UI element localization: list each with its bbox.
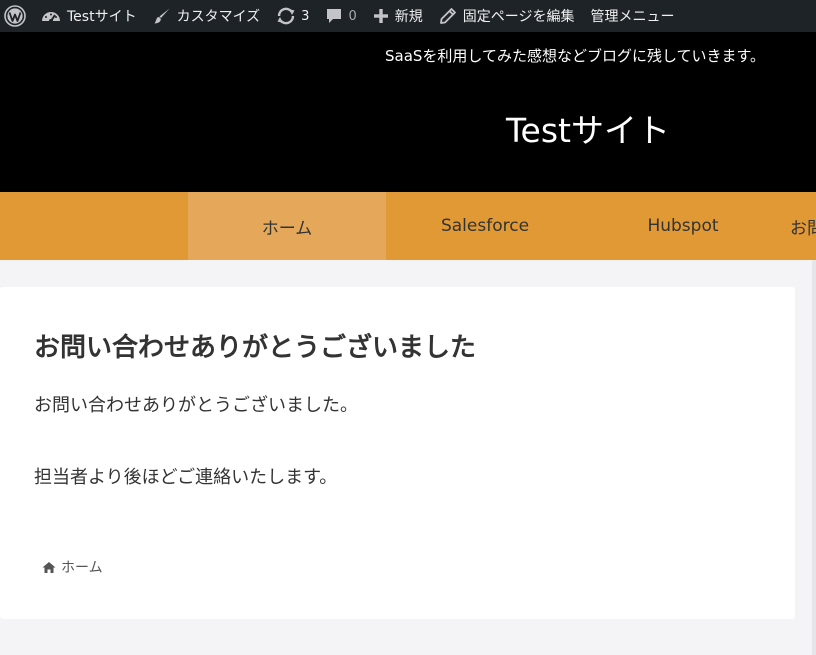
edit-page-label: 固定ページを編集 (462, 9, 575, 25)
home-icon (42, 561, 56, 573)
customize-button[interactable]: カスタマイズ (145, 0, 269, 32)
nav-item-home[interactable]: ホーム (188, 192, 386, 260)
site-name-label: Testサイト (67, 9, 137, 25)
nav-item-salesforce[interactable]: Salesforce (386, 192, 584, 260)
dashboard-icon (42, 12, 60, 23)
sidebar-edge (812, 260, 816, 655)
pencil-icon (439, 8, 456, 24)
updates-button[interactable]: 3 (268, 0, 317, 32)
new-content-button[interactable]: 新規 (365, 0, 431, 32)
nav-item-hubspot[interactable]: Hubspot (584, 192, 782, 260)
breadcrumb-home-label: ホーム (61, 560, 103, 576)
site-header: SaaSを利用してみた感想などブログに残していきます。 Testサイト (0, 32, 816, 192)
comments-button[interactable]: 0 (317, 0, 364, 32)
admin-menu-button[interactable]: 管理メニュー (582, 0, 682, 32)
main-navigation: ホーム Salesforce Hubspot お問 (0, 192, 816, 260)
nav-item-contact[interactable]: お問 (782, 192, 816, 260)
edit-page-button[interactable]: 固定ページを編集 (431, 0, 583, 32)
customize-label: カスタマイズ (176, 9, 261, 25)
plus-icon (373, 9, 388, 23)
site-title[interactable]: Testサイト (506, 104, 670, 152)
site-tagline: SaaSを利用してみた感想などブログに残していきます。 (385, 47, 766, 65)
wordpress-logo-icon (4, 5, 26, 27)
page-title: お問い合わせありがとうございました (34, 333, 477, 363)
admin-menu-label: 管理メニュー (590, 9, 675, 25)
breadcrumb-home-link[interactable]: ホーム (42, 557, 103, 577)
content-card: お問い合わせありがとうございました お問い合わせありがとうございました。 担当者… (0, 287, 795, 619)
content-paragraph-1: お問い合わせありがとうございました。 (34, 395, 358, 416)
comment-icon (327, 9, 342, 23)
content-paragraph-2: 担当者より後ほどご連絡いたします。 (34, 467, 338, 488)
new-content-label: 新規 (394, 9, 423, 25)
admin-bar: Testサイト カスタマイズ 3 0 新規 固定ページを編集 管理メニュー (0, 0, 816, 32)
comments-count: 0 (348, 8, 357, 24)
updates-count: 3 (301, 8, 310, 24)
brush-icon (154, 8, 170, 24)
site-name-menu[interactable]: Testサイト (33, 0, 145, 32)
refresh-icon (277, 7, 295, 25)
wordpress-menu[interactable] (0, 0, 33, 32)
